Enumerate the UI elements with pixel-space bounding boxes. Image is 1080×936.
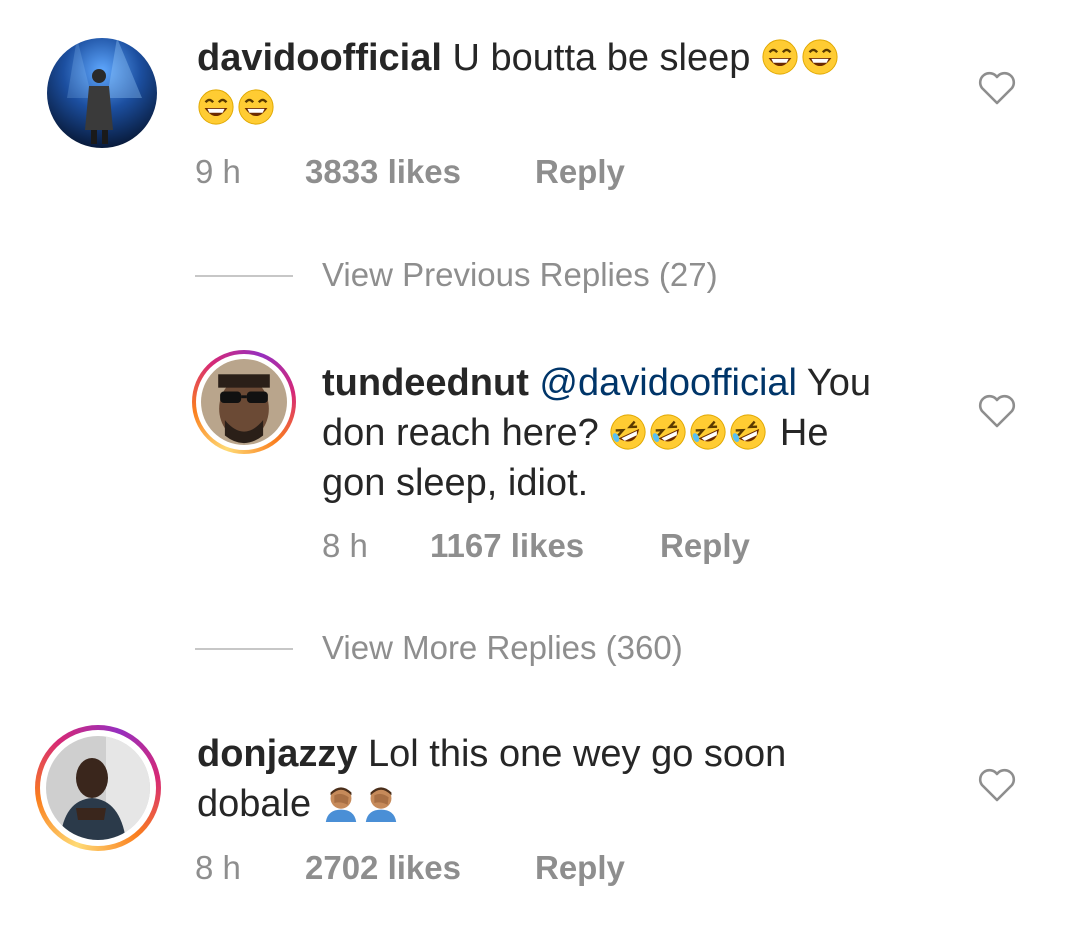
comment-likes[interactable]: 3833 likes	[305, 152, 461, 192]
man-facepalming-icon	[322, 784, 360, 822]
comment-body: tundeednut @davidoofficial You don reach…	[322, 358, 942, 508]
view-more-replies-label[interactable]: View More Replies (360)	[322, 628, 683, 668]
heart-outline-icon[interactable]	[977, 70, 1017, 106]
comment-time: 8 h	[322, 527, 368, 564]
comment-likes[interactable]: 1167 likes	[430, 526, 584, 566]
view-more-replies[interactable]: View More Replies (360)	[195, 628, 755, 668]
rolling-on-floor-laughing-icon	[729, 413, 767, 451]
comment-likes[interactable]: 2702 likes	[305, 848, 461, 888]
grinning-squinting-face-icon	[237, 88, 275, 126]
grinning-squinting-face-icon	[761, 38, 799, 76]
divider	[195, 648, 293, 650]
comment-text: He	[779, 412, 829, 454]
grinning-squinting-face-icon	[197, 88, 235, 126]
mention-link[interactable]: @davidoofficial	[539, 362, 797, 404]
comment-body: donjazzy Lol this one wey go soon dobale	[197, 729, 917, 829]
comment-time: 8 h	[195, 849, 241, 886]
reply-button[interactable]: Reply	[535, 152, 625, 192]
rolling-on-floor-laughing-icon	[689, 413, 727, 451]
comment-davidoofficial: davidoofficial U boutta be sleep 9 h 383…	[0, 0, 1080, 210]
heart-outline-icon[interactable]	[977, 767, 1017, 803]
divider	[195, 275, 293, 277]
grinning-squinting-face-icon	[801, 38, 839, 76]
comment-username[interactable]: davidoofficial	[197, 37, 442, 79]
rolling-on-floor-laughing-icon	[649, 413, 687, 451]
comment-username[interactable]: donjazzy	[197, 733, 357, 775]
avatar[interactable]	[35, 725, 161, 851]
reply-button[interactable]: Reply	[535, 848, 625, 888]
comment-meta: 8 h 2702 likes Reply	[195, 848, 795, 888]
comment-donjazzy: donjazzy Lol this one wey go soon dobale…	[0, 715, 1080, 936]
comment-text: U boutta be sleep	[452, 37, 751, 79]
rolling-on-floor-laughing-icon	[609, 413, 647, 451]
reply-button[interactable]: Reply	[660, 526, 750, 566]
comment-text: You	[806, 362, 871, 404]
comment-meta: 8 h 1167 likes Reply	[322, 526, 922, 566]
comment-username[interactable]: tundeednut	[322, 362, 529, 404]
comment-text: Lol this one wey go soon	[368, 733, 787, 775]
avatar[interactable]	[192, 350, 296, 454]
comment-text: dobale	[197, 783, 312, 825]
view-previous-replies-label[interactable]: View Previous Replies (27)	[322, 255, 718, 295]
heart-outline-icon[interactable]	[977, 393, 1017, 429]
comment-time: 9 h	[195, 153, 241, 190]
man-facepalming-icon	[362, 784, 400, 822]
comment-tundeednut: tundeednut @davidoofficial You don reach…	[0, 330, 1080, 590]
comment-body: davidoofficial U boutta be sleep	[197, 33, 917, 133]
comment-text: gon sleep, idiot.	[322, 462, 589, 504]
avatar[interactable]	[47, 38, 157, 148]
comment-text: don reach here?	[322, 412, 599, 454]
view-previous-replies[interactable]: View Previous Replies (27)	[195, 255, 755, 295]
comment-meta: 9 h 3833 likes Reply	[195, 152, 795, 192]
